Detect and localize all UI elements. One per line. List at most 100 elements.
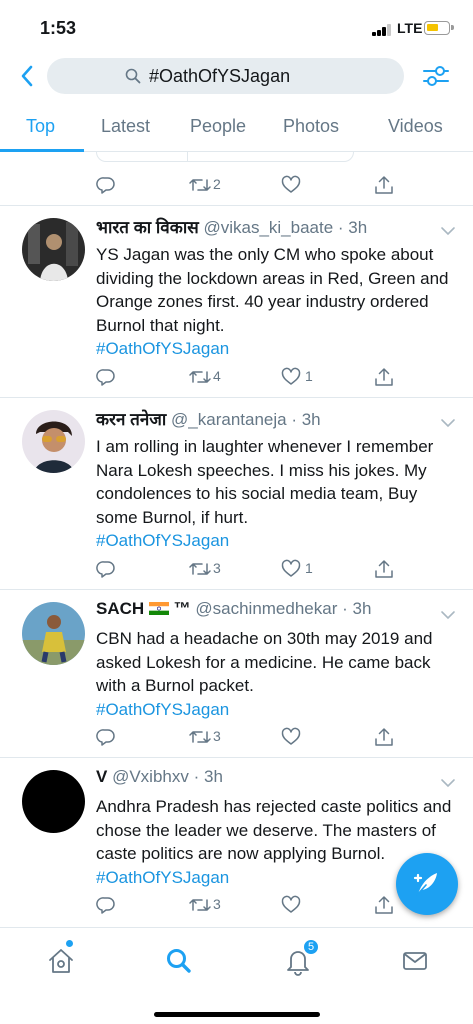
media-card[interactable] (96, 152, 354, 162)
status-time: 1:53 (40, 18, 77, 38)
display-name[interactable]: SACH (96, 599, 144, 618)
heart-icon (281, 727, 301, 745)
tweet-text: YS Jagan was the only CM who spoke about… (96, 243, 461, 361)
home-tab[interactable] (46, 946, 76, 976)
share-icon (375, 728, 393, 746)
tab-people[interactable]: People (190, 116, 246, 137)
retweet-icon (189, 563, 211, 575)
hashtag-link[interactable]: #OathOfYSJagan (96, 868, 229, 887)
retweet-count: 3 (213, 728, 221, 744)
display-name[interactable]: करन तनेजा (96, 410, 166, 429)
notifications-badge: 5 (302, 938, 320, 956)
chevron-down-icon[interactable] (440, 418, 456, 428)
signal-icon (372, 24, 392, 36)
india-flag-icon (148, 602, 169, 615)
heart-icon (281, 559, 301, 577)
reply-icon (96, 897, 115, 914)
share-icon (375, 368, 393, 386)
tweet[interactable]: SACH ™ @sachinmedhekar · 3h CBN had a he… (0, 590, 473, 758)
tab-photos[interactable]: Photos (283, 116, 339, 137)
retweet-icon (189, 899, 211, 911)
tweet-actions: 4 1 (96, 366, 396, 388)
search-header: #OathOfYSJagan (0, 56, 473, 96)
home-icon (49, 949, 73, 973)
tweet-actions: 3 (96, 894, 396, 916)
reply-icon (96, 561, 115, 578)
tweet-time: · 3h (337, 218, 368, 237)
tab-videos[interactable]: Videos (388, 116, 443, 137)
tweet-body: CBN had a headache on 30th may 2019 and … (96, 629, 433, 695)
retweet-count: 3 (213, 896, 221, 912)
tweet-feed[interactable]: 2 भारत का विकास @vikas_ki_baate · 3h YS … (0, 152, 473, 927)
search-settings-button[interactable] (422, 62, 450, 90)
tweet-header: SACH ™ @sachinmedhekar · 3h (96, 599, 371, 619)
tweet-body: Andhra Pradesh has rejected caste politi… (96, 797, 452, 863)
avatar[interactable] (22, 410, 85, 473)
network-label: LTE (397, 20, 423, 36)
like-count: 1 (305, 368, 313, 384)
heart-icon (281, 367, 301, 385)
search-icon (167, 949, 191, 973)
reply-icon (96, 729, 115, 746)
messages-tab[interactable] (400, 946, 430, 976)
search-tab[interactable] (164, 946, 194, 976)
display-name[interactable]: भारत का विकास (96, 218, 199, 237)
share-icon (375, 176, 393, 194)
tweet[interactable]: करन तनेजा @_karantaneja · 3h I am rollin… (0, 398, 473, 590)
battery-icon (424, 21, 454, 35)
new-content-dot (66, 940, 73, 947)
tweet-actions: 3 1 (96, 558, 396, 580)
retweet-icon (189, 179, 211, 191)
chevron-down-icon[interactable] (440, 226, 456, 236)
tweet-time: · 3h (193, 767, 223, 786)
retweet-count: 3 (213, 560, 221, 576)
compose-feather-icon (413, 873, 437, 896)
tweet-actions: 2 (96, 174, 396, 196)
tweet[interactable]: भारत का विकास @vikas_ki_baate · 3h YS Ja… (0, 206, 473, 398)
avatar[interactable] (22, 218, 85, 281)
avatar[interactable] (22, 770, 85, 833)
tweet[interactable]: 2 (0, 152, 473, 206)
hashtag-link[interactable]: #OathOfYSJagan (96, 339, 229, 358)
tweet-text: I am rolling in laughter whenever I reme… (96, 435, 461, 553)
chevron-down-icon[interactable] (440, 610, 456, 620)
sliders-icon (423, 66, 449, 86)
heart-icon (281, 895, 301, 913)
home-indicator (154, 1012, 320, 1017)
user-handle[interactable]: @sachinmedhekar (195, 599, 337, 618)
share-icon (375, 896, 393, 914)
display-name-suffix: ™ (173, 599, 191, 618)
tweet-text: CBN had a headache on 30th may 2019 and … (96, 627, 461, 721)
avatar[interactable] (22, 602, 85, 665)
status-bar: 1:53 LTE (0, 0, 473, 56)
user-handle[interactable]: @vikas_ki_baate (203, 218, 333, 237)
tab-latest[interactable]: Latest (101, 116, 150, 137)
tweet-body: YS Jagan was the only CM who spoke about… (96, 245, 449, 335)
share-icon (375, 560, 393, 578)
bottom-nav: 5 (0, 927, 473, 1024)
tweet-header: V @Vxibhxv · 3h (96, 767, 223, 787)
retweet-icon (189, 371, 211, 383)
back-button[interactable] (14, 62, 42, 90)
hashtag-link[interactable]: #OathOfYSJagan (96, 531, 229, 550)
user-handle[interactable]: @Vxibhxv (112, 767, 189, 786)
tweet-body: I am rolling in laughter whenever I reme… (96, 437, 434, 527)
search-input[interactable]: #OathOfYSJagan (47, 58, 404, 94)
reply-icon (96, 177, 115, 194)
chevron-down-icon[interactable] (440, 778, 456, 788)
retweet-count: 4 (213, 368, 221, 384)
like-count: 1 (305, 560, 313, 576)
user-handle[interactable]: @_karantaneja (171, 410, 287, 429)
envelope-icon (403, 952, 427, 970)
retweet-icon (189, 731, 211, 743)
tab-top[interactable]: Top (26, 116, 55, 137)
retweet-count: 2 (213, 176, 221, 192)
reply-icon (96, 369, 115, 386)
hashtag-link[interactable]: #OathOfYSJagan (96, 700, 229, 719)
chevron-left-icon (21, 65, 33, 87)
search-icon (125, 68, 141, 84)
compose-tweet-button[interactable] (396, 853, 458, 915)
heart-icon (281, 175, 301, 193)
display-name[interactable]: V (96, 767, 107, 786)
tweet-actions: 3 (96, 726, 396, 748)
